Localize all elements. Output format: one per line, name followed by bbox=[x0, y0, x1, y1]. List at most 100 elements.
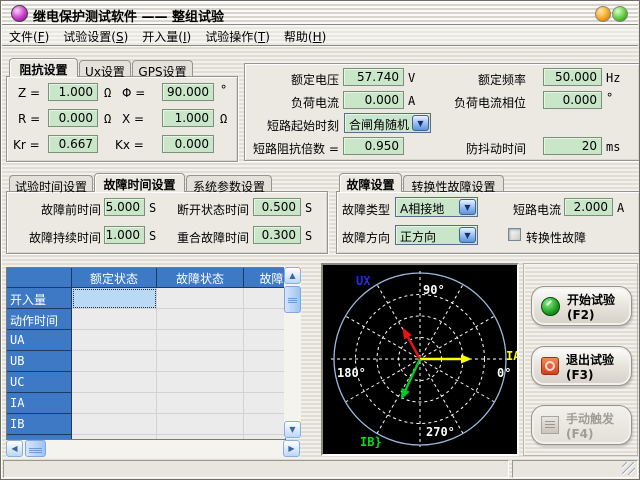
kx-label: Kx = bbox=[115, 138, 144, 152]
load-phase-input[interactable]: 0.000 bbox=[543, 91, 602, 109]
fault-duration-input[interactable]: 1.000 bbox=[104, 226, 145, 244]
table-row: 动作时间 bbox=[7, 309, 285, 330]
scroll-up-button[interactable]: ▲ bbox=[284, 267, 301, 284]
x-input[interactable]: 1.000 bbox=[162, 109, 214, 127]
tab-gps-settings[interactable]: GPS设置 bbox=[132, 60, 193, 76]
green-vector bbox=[404, 359, 420, 393]
chevron-down-icon[interactable]: ▼ bbox=[459, 199, 476, 215]
horizontal-scroll-thumb[interactable] bbox=[25, 440, 46, 457]
reclose-fault-time-input[interactable]: 0.300 bbox=[253, 226, 301, 244]
kr-label: Kr = bbox=[13, 138, 40, 152]
table-cell[interactable] bbox=[72, 414, 157, 435]
table-vertical-scrollbar[interactable]: ▲ ▼ bbox=[284, 267, 301, 438]
debounce-input[interactable]: 20 bbox=[543, 137, 602, 155]
scroll-right-button[interactable]: ▶ bbox=[283, 440, 300, 457]
table-cell[interactable] bbox=[157, 414, 244, 435]
menu-item[interactable]: 文件(F) bbox=[2, 25, 56, 45]
z-unit: Ω bbox=[104, 86, 111, 100]
table-cell[interactable] bbox=[244, 330, 286, 351]
fault-direction-select[interactable]: 正方向 ▼ bbox=[395, 225, 478, 245]
table-cell[interactable] bbox=[244, 309, 286, 330]
open-state-time-input[interactable]: 0.500 bbox=[253, 198, 301, 216]
table-row-header: 动作时间 bbox=[7, 309, 72, 330]
chevron-down-icon[interactable]: ▼ bbox=[459, 227, 476, 243]
short-start-value: 合闸角随机 bbox=[349, 116, 409, 133]
menu-item[interactable]: 帮助(H) bbox=[277, 25, 333, 45]
table-cell[interactable] bbox=[157, 393, 244, 414]
exit-test-button[interactable]: 退出试验(F3) bbox=[531, 346, 632, 386]
table-cell[interactable] bbox=[72, 372, 157, 393]
fault-type-select[interactable]: A相接地 ▼ bbox=[395, 197, 478, 217]
table-cell[interactable] bbox=[157, 330, 244, 351]
manual-trigger-button[interactable]: 手动触发(F4) bbox=[531, 405, 632, 445]
table-cell[interactable] bbox=[244, 414, 286, 435]
table-cell[interactable] bbox=[244, 351, 286, 372]
fault-type-value: A相接地 bbox=[400, 200, 444, 217]
tab-system-param-settings[interactable]: 系统参数设置 bbox=[186, 175, 272, 191]
short-current-input[interactable]: 2.000 bbox=[564, 198, 613, 216]
table-cell[interactable] bbox=[157, 372, 244, 393]
tab-impedance-settings[interactable]: 阻抗设置 bbox=[9, 58, 78, 77]
debounce-label: 防抖动时间 bbox=[466, 140, 526, 157]
pre-fault-time-input[interactable]: 5.000 bbox=[104, 198, 145, 216]
start-test-button[interactable]: 开始试验(F2) bbox=[531, 286, 632, 326]
table-row: UC bbox=[7, 372, 285, 393]
deg-0-label: 0° bbox=[497, 366, 511, 380]
table-row: IB bbox=[7, 414, 285, 435]
resize-grip[interactable] bbox=[622, 462, 635, 475]
table-row-header: UB bbox=[7, 351, 72, 372]
green-led-icon bbox=[541, 297, 560, 316]
table-cell[interactable] bbox=[244, 288, 286, 309]
rated-voltage-input[interactable]: 57.740 bbox=[343, 68, 404, 86]
table-cell[interactable] bbox=[72, 330, 157, 351]
menu-item[interactable]: 试验操作(T) bbox=[198, 25, 277, 45]
tab-test-time-settings[interactable]: 试验时间设置 bbox=[9, 175, 93, 191]
menu-item[interactable]: 开入量(I) bbox=[135, 25, 198, 45]
table-cell[interactable] bbox=[157, 309, 244, 330]
phi-input[interactable]: 90.000 bbox=[162, 83, 214, 101]
tab-fault-settings[interactable]: 故障设置 bbox=[339, 173, 402, 192]
tab-ux-settings[interactable]: Ux设置 bbox=[79, 60, 131, 76]
table-row: UA bbox=[7, 330, 285, 351]
table-cell[interactable] bbox=[157, 351, 244, 372]
vertical-scroll-thumb[interactable] bbox=[284, 286, 301, 313]
z-input[interactable]: 1.000 bbox=[48, 83, 98, 101]
table-cell[interactable] bbox=[72, 288, 157, 309]
table-cell[interactable] bbox=[244, 393, 286, 414]
minimize-button[interactable] bbox=[595, 6, 611, 22]
convert-fault-checkbox[interactable] bbox=[508, 228, 521, 241]
rated-frequency-label: 额定频率 bbox=[478, 71, 526, 88]
table-row-header: UC bbox=[7, 372, 72, 393]
x-label: X = bbox=[122, 112, 144, 126]
r-input[interactable]: 0.000 bbox=[48, 109, 98, 127]
load-current-input[interactable]: 0.000 bbox=[343, 91, 404, 109]
impedance-mult-label: 短路阻抗倍数 = bbox=[253, 140, 339, 157]
table-cell[interactable] bbox=[157, 288, 244, 309]
close-button[interactable] bbox=[612, 6, 628, 22]
table-row: 开入量 bbox=[7, 288, 285, 309]
table-cell[interactable] bbox=[72, 393, 157, 414]
rated-frequency-unit: Hz bbox=[606, 71, 620, 85]
impedance-mult-input[interactable]: 0.950 bbox=[343, 137, 404, 155]
table-horizontal-scrollbar[interactable]: ◀ ▶ bbox=[6, 440, 300, 457]
scroll-left-button[interactable]: ◀ bbox=[6, 440, 23, 457]
tab-convert-fault-settings[interactable]: 转换性故障设置 bbox=[403, 175, 504, 191]
short-start-select[interactable]: 合闸角随机 ▼ bbox=[344, 113, 431, 133]
app-window: 继电保护测试软件 —— 整组试验 文件(F)试验设置(S)开入量(I)试验操作(… bbox=[0, 0, 640, 480]
table-cell[interactable] bbox=[72, 309, 157, 330]
kr-input[interactable]: 0.667 bbox=[48, 135, 98, 153]
table-row: IA bbox=[7, 393, 285, 414]
table-cell[interactable] bbox=[72, 351, 157, 372]
deg-270-label: 270° bbox=[426, 425, 455, 439]
menu-item[interactable]: 试验设置(S) bbox=[56, 25, 135, 45]
title-bar[interactable]: 继电保护测试软件 —— 整组试验 bbox=[2, 2, 638, 25]
table-cell[interactable] bbox=[244, 372, 286, 393]
rated-frequency-input[interactable]: 50.000 bbox=[543, 68, 602, 86]
convert-fault-label: 转换性故障 bbox=[526, 229, 586, 246]
ia-vector-label: IA bbox=[506, 349, 517, 363]
tab-fault-time-settings[interactable]: 故障时间设置 bbox=[94, 173, 185, 192]
r-unit: Ω bbox=[104, 112, 111, 126]
kx-input[interactable]: 0.000 bbox=[162, 135, 214, 153]
chevron-down-icon[interactable]: ▼ bbox=[412, 115, 429, 131]
scroll-down-button[interactable]: ▼ bbox=[284, 421, 301, 438]
